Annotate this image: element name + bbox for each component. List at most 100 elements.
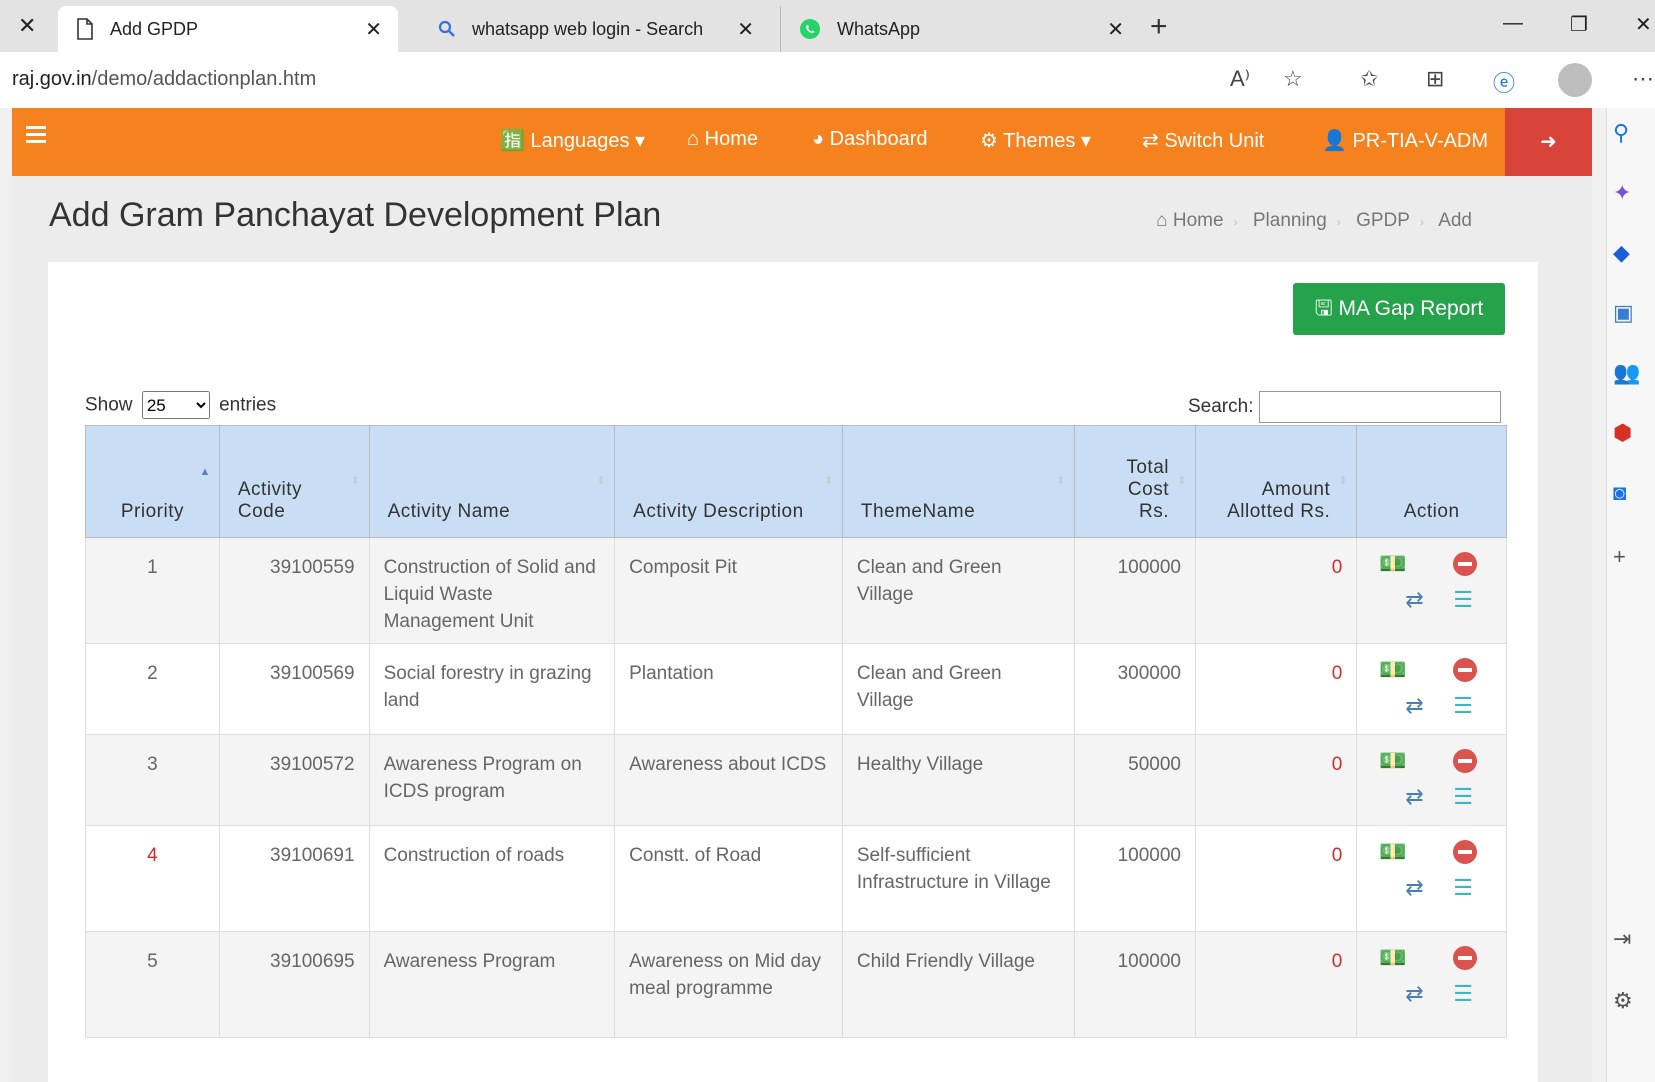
address-bar[interactable]: raj.gov.in/demo/addactionplan.htm A⁾ ☆ ✩… — [0, 52, 1655, 108]
add-favorite-icon[interactable]: ☆ — [1283, 66, 1303, 92]
priority-cell: 4 — [85, 825, 220, 932]
row-actions: 💵 ⇄ ☰ — [1371, 944, 1481, 1014]
activity-description-cell: Awareness about ICDS — [614, 734, 843, 826]
table-row: 3 39100572 Awareness Program on ICDS progr… — [85, 734, 1507, 826]
favorites-icon[interactable]: ✩ — [1360, 66, 1378, 92]
search-icon — [438, 20, 456, 38]
activity-code-cell: 39100695 — [218, 931, 370, 1038]
sort-icon: ⬍ — [1177, 475, 1187, 487]
logout-button[interactable]: ➜ — [1505, 108, 1592, 176]
tab-close-icon[interactable]: ✕ — [1107, 17, 1124, 42]
col-total-cost[interactable]: Total Cost Rs. ⬍ — [1073, 425, 1196, 538]
close-icon[interactable]: ✕ — [18, 13, 36, 39]
tab-close-icon[interactable]: ✕ — [365, 17, 382, 42]
delete-icon[interactable] — [1453, 840, 1478, 864]
browser-tab-add-gpdp[interactable]: Add GPDP ✕ — [58, 6, 398, 52]
page-icon — [76, 18, 94, 40]
nav-home[interactable]: ⌂ Home — [687, 128, 758, 151]
col-activity-code[interactable]: Activity Code ⬍ — [218, 425, 370, 538]
collections-icon[interactable]: ⊞ — [1426, 66, 1444, 92]
page-length-control: Show 25 entries — [85, 391, 276, 419]
list-icon[interactable]: ☰ — [1453, 586, 1473, 613]
breadcrumb-home[interactable]: Home — [1173, 210, 1224, 231]
ma-gap-report-button[interactable]: 🖫 MA Gap Report — [1293, 283, 1505, 335]
tab-title: whatsapp web login - Search — [472, 18, 704, 39]
priority-cell: 1 — [85, 537, 220, 644]
gpdp-table: Priority ▲ Activity Code ⬍ Activity Name ⬍ … — [85, 425, 1507, 1038]
hamburger-menu-icon[interactable] — [26, 126, 46, 147]
money-icon[interactable]: 💵 — [1379, 550, 1406, 577]
url-field[interactable]: raj.gov.in/demo/addactionplan.htm — [12, 68, 316, 91]
list-icon[interactable]: ☰ — [1453, 980, 1473, 1007]
breadcrumb-gpdp[interactable]: GPDP — [1356, 210, 1410, 231]
page-title: Add Gram Panchayat Development Plan — [49, 196, 662, 234]
outlook-icon[interactable]: ◙ — [1613, 480, 1626, 506]
copilot-icon[interactable]: ✦ — [1613, 180, 1631, 206]
activity-name-cell: Awareness Program — [368, 931, 616, 1038]
edge-icon[interactable]: ⓔ — [1493, 66, 1515, 98]
page-length-select[interactable]: 25 — [141, 391, 210, 419]
activity-name-cell: Social forestry in grazing land — [368, 643, 616, 735]
tab-title: WhatsApp — [837, 18, 921, 39]
office-icon[interactable]: ⬢ — [1613, 420, 1632, 446]
browser-tab-search[interactable]: whatsapp web login - Search ✕ — [420, 6, 770, 52]
sidebar-toggle-icon[interactable]: ⇥ — [1613, 926, 1631, 952]
col-priority[interactable]: Priority ▲ — [85, 425, 220, 538]
profile-avatar[interactable] — [1558, 63, 1592, 97]
window-close-icon[interactable]: ✕ — [1635, 12, 1652, 37]
nav-themes[interactable]: ⚙ Themes ▾ — [980, 128, 1091, 153]
sync-icon[interactable]: ⇄ — [1405, 586, 1423, 613]
logout-icon: ➜ — [1540, 131, 1557, 153]
delete-icon[interactable] — [1453, 552, 1478, 576]
list-icon[interactable]: ☰ — [1453, 874, 1473, 901]
action-cell: 💵 ⇄ ☰ — [1356, 537, 1507, 644]
col-theme-name[interactable]: ThemeName ⬍ — [841, 425, 1075, 538]
sort-icon: ⬍ — [824, 475, 834, 487]
restore-icon[interactable]: ❐ — [1570, 12, 1588, 37]
amount-allotted-cell: 0 — [1194, 734, 1358, 826]
browser-tab-whatsapp[interactable]: WhatsApp ✕ — [780, 6, 1140, 52]
sync-icon[interactable]: ⇄ — [1405, 783, 1423, 810]
money-icon[interactable]: 💵 — [1379, 944, 1406, 971]
sync-icon[interactable]: ⇄ — [1405, 874, 1423, 901]
theme-name-cell: Clean and Green Village — [841, 643, 1075, 735]
settings-icon[interactable]: ⚙ — [1613, 988, 1633, 1014]
search-icon[interactable]: ⚲ — [1613, 120, 1629, 146]
delete-icon[interactable] — [1453, 658, 1478, 682]
people-icon[interactable]: 👥 — [1613, 360, 1640, 386]
delete-icon[interactable] — [1453, 946, 1478, 970]
activity-description-cell: Awareness on Mid day meal programme — [614, 931, 843, 1038]
priority-cell: 2 — [85, 643, 220, 735]
theme-name-cell: Child Friendly Village — [841, 931, 1075, 1038]
sort-icon: ⬍ — [1338, 475, 1349, 487]
money-icon[interactable]: 💵 — [1379, 656, 1406, 683]
col-activity-name[interactable]: Activity Name ⬍ — [368, 425, 616, 538]
minimize-icon[interactable]: — — [1503, 12, 1523, 35]
list-icon[interactable]: ☰ — [1453, 783, 1473, 810]
new-tab-icon[interactable]: + — [1150, 10, 1168, 44]
nav-languages[interactable]: 🈯 Languages ▾ — [500, 128, 645, 153]
col-amount-allotted[interactable]: Amount Allotted Rs. ⬍ — [1194, 425, 1358, 538]
money-icon[interactable]: 💵 — [1379, 747, 1406, 774]
tab-close-icon[interactable]: ✕ — [737, 17, 754, 42]
sync-icon[interactable]: ⇄ — [1405, 980, 1423, 1007]
add-icon[interactable]: + — [1613, 544, 1626, 570]
sort-icon: ⬍ — [350, 475, 361, 487]
sync-icon[interactable]: ⇄ — [1405, 692, 1423, 719]
col-activity-description[interactable]: Activity Description ⬍ — [614, 425, 843, 538]
nav-switch-unit[interactable]: ⇄ Switch Unit — [1142, 128, 1264, 153]
search-input[interactable] — [1259, 391, 1502, 423]
breadcrumb-planning[interactable]: Planning — [1253, 210, 1327, 231]
more-options-icon[interactable]: ⋯ — [1632, 66, 1654, 92]
table-row: 5 39100695 Awareness Program Awareness on M… — [85, 931, 1507, 1038]
delete-icon[interactable] — [1453, 749, 1478, 773]
read-aloud-icon[interactable]: A⁾ — [1230, 66, 1250, 92]
money-icon[interactable]: 💵 — [1379, 838, 1406, 865]
nav-user[interactable]: 👤 PR-TIA-V-ADM — [1322, 128, 1488, 153]
row-actions: 💵 ⇄ ☰ — [1371, 838, 1481, 908]
list-icon[interactable]: ☰ — [1453, 692, 1473, 719]
nav-dashboard[interactable]: ◕ Dashboard — [812, 128, 927, 151]
total-cost-cell: 100000 — [1073, 931, 1196, 1038]
toolbox-icon[interactable]: ▣ — [1613, 300, 1634, 326]
tag-icon[interactable]: ◆ — [1613, 240, 1630, 266]
